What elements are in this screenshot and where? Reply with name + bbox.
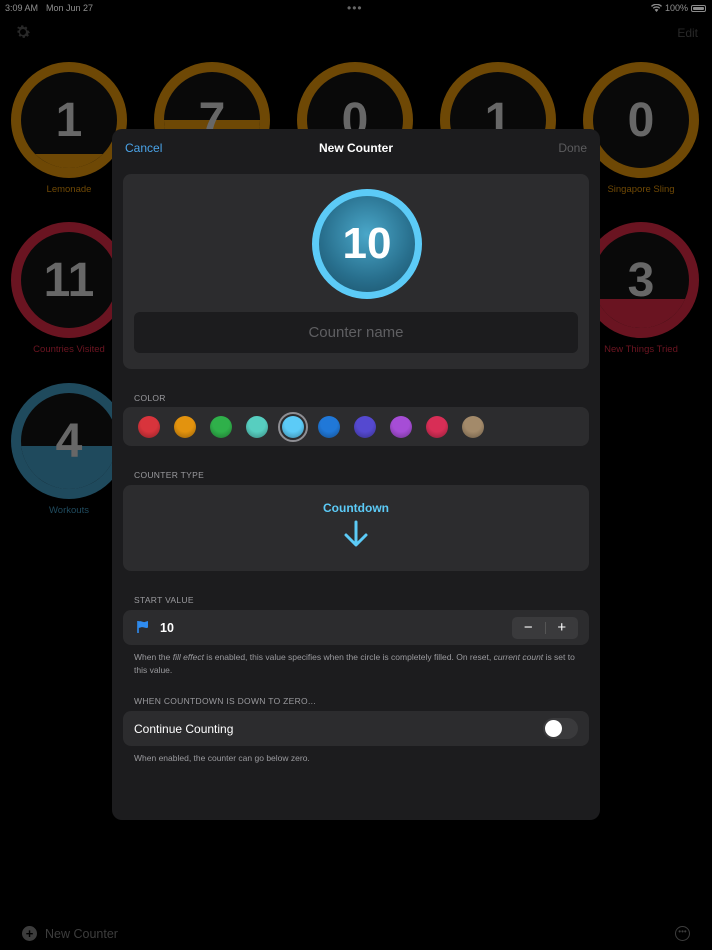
toggle-knob bbox=[545, 720, 562, 737]
color-picker bbox=[123, 407, 589, 446]
continue-counting-row: Continue Counting bbox=[123, 711, 589, 746]
start-value-section-label: START VALUE bbox=[134, 595, 194, 605]
color-swatch[interactable] bbox=[174, 415, 196, 438]
continue-counting-note: When enabled, the counter can go below z… bbox=[134, 753, 310, 763]
counter-preview-value: 10 bbox=[342, 219, 392, 268]
start-value-row: 10 − + bbox=[123, 610, 589, 645]
counter-name-input[interactable] bbox=[134, 312, 578, 353]
more-icon[interactable]: ••• bbox=[675, 926, 690, 941]
color-swatch[interactable] bbox=[318, 415, 340, 438]
sheet-title: New Counter bbox=[318, 141, 393, 155]
arrow-down-icon bbox=[344, 520, 368, 547]
note-text-1: When the bbox=[134, 652, 173, 662]
done-button[interactable]: Done bbox=[558, 141, 587, 155]
color-swatch[interactable] bbox=[462, 415, 484, 438]
decrement-button[interactable]: − bbox=[512, 617, 545, 639]
color-swatch[interactable] bbox=[138, 415, 160, 438]
new-counter-label: New Counter bbox=[45, 926, 118, 941]
color-swatch[interactable] bbox=[210, 415, 232, 438]
color-swatch[interactable] bbox=[390, 415, 412, 438]
plus-icon: + bbox=[22, 926, 37, 941]
start-value: 10 bbox=[160, 621, 174, 635]
color-swatch[interactable] bbox=[246, 415, 268, 438]
counter-type-section-label: COUNTER TYPE bbox=[134, 470, 205, 480]
note-current-count: current count bbox=[493, 652, 544, 662]
new-counter-sheet: Cancel New Counter Done 10 COLOR COUNTER… bbox=[112, 129, 600, 820]
counter-preview-circle: 10 bbox=[312, 189, 422, 299]
counter-preview-card: 10 bbox=[123, 174, 589, 369]
bottom-toolbar: + New Counter ••• bbox=[0, 920, 712, 950]
flag-icon bbox=[137, 621, 148, 633]
zero-section-label: WHEN COUNTDOWN IS DOWN TO ZERO... bbox=[134, 696, 316, 706]
color-swatch[interactable] bbox=[426, 415, 448, 438]
counter-type-selector[interactable]: Countdown bbox=[123, 485, 589, 571]
start-value-note: When the fill effect is enabled, this va… bbox=[134, 651, 584, 676]
start-value-stepper: − + bbox=[512, 617, 578, 639]
increment-button[interactable]: + bbox=[546, 617, 579, 639]
continue-counting-toggle[interactable] bbox=[543, 718, 578, 739]
counter-type-label: Countdown bbox=[323, 501, 389, 515]
continue-counting-label: Continue Counting bbox=[134, 722, 234, 736]
color-swatch[interactable] bbox=[354, 415, 376, 438]
color-section-label: COLOR bbox=[134, 393, 166, 403]
note-text-2: is enabled, this value specifies when th… bbox=[203, 652, 494, 662]
new-counter-button[interactable]: + New Counter bbox=[22, 926, 118, 941]
note-fill-effect: fill effect bbox=[172, 652, 204, 662]
sheet-nav-bar: Cancel New Counter Done bbox=[112, 129, 600, 169]
color-swatch[interactable] bbox=[278, 411, 308, 442]
